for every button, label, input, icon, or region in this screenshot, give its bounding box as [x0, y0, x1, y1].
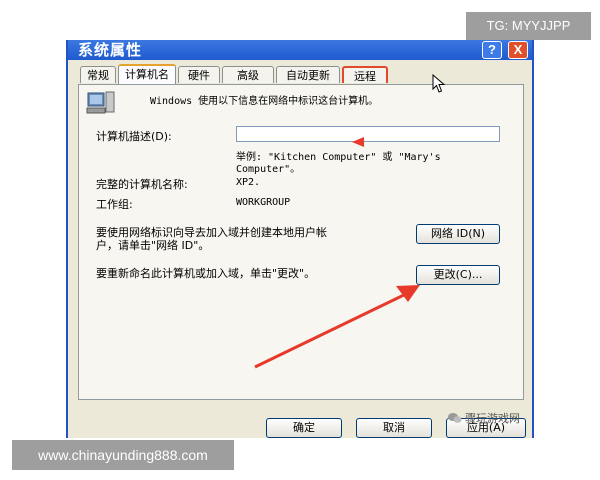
wechat-logo-icon	[448, 413, 462, 423]
watermark-text: 骤玩游戏网	[465, 412, 520, 425]
large-red-arrow-shaft	[254, 291, 409, 369]
large-red-arrow-head-icon	[396, 285, 420, 302]
site-watermark-badge: www.chinayunding888.com	[12, 440, 234, 470]
small-red-arrow-icon	[352, 137, 364, 147]
annotation-layer	[254, 137, 420, 369]
